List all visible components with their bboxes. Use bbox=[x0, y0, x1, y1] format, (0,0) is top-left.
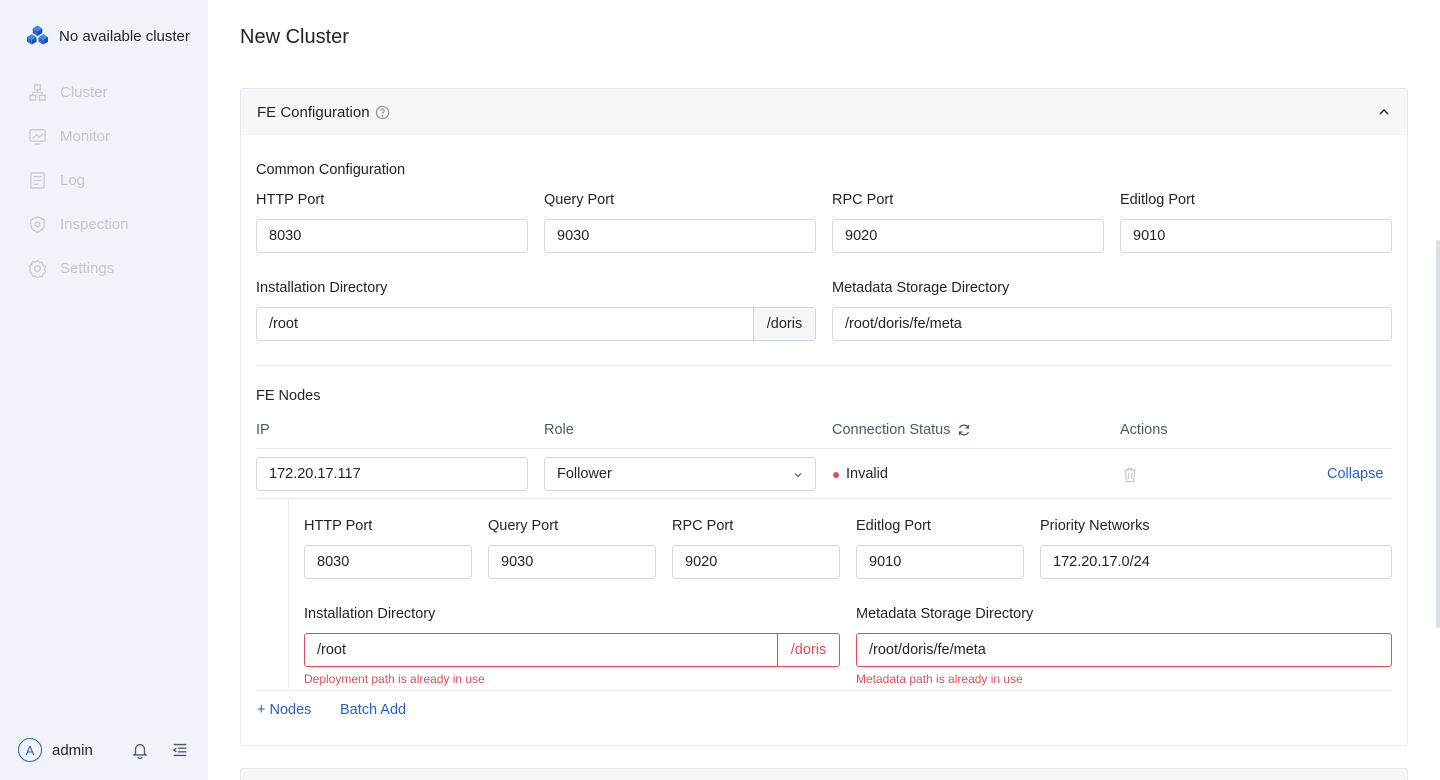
sidebar-footer: A admin bbox=[18, 738, 193, 762]
http-port-label: HTTP Port bbox=[256, 192, 325, 208]
page-title: New Cluster bbox=[240, 26, 349, 48]
cluster-switcher[interactable]: No available cluster bbox=[26, 25, 190, 47]
sidebar-item-log[interactable]: Log bbox=[0, 158, 208, 202]
installation-directory-error: Deployment path is already in use bbox=[304, 672, 485, 686]
fe-configuration-title: FE Configuration bbox=[257, 103, 370, 121]
chevron-down-icon bbox=[794, 473, 802, 478]
metadata-directory-label: Metadata Storage Directory bbox=[832, 280, 1010, 296]
menu-collapse-icon[interactable] bbox=[171, 741, 189, 759]
sidebar-item-monitor[interactable]: Monitor bbox=[0, 114, 208, 158]
node-editlog-port-input[interactable]: 9010 bbox=[856, 545, 1024, 579]
editlog-port-input[interactable]: 9010 bbox=[1120, 219, 1392, 253]
next-section-card bbox=[240, 768, 1408, 780]
trash-icon[interactable] bbox=[1123, 467, 1137, 483]
common-configuration-title: Common Configuration bbox=[256, 162, 406, 178]
refresh-icon[interactable] bbox=[957, 423, 971, 437]
node-metadata-directory-input[interactable]: /root/doris/fe/meta bbox=[856, 633, 1392, 667]
fe-configuration-card: FE Configuration Common Configuration HT… bbox=[240, 88, 1408, 746]
http-port-input[interactable]: 8030 bbox=[256, 219, 528, 253]
node-priority-networks-input[interactable]: 172.20.17.0/24 bbox=[1040, 545, 1392, 579]
installation-directory-input[interactable]: /root bbox=[256, 307, 754, 341]
header-divider bbox=[256, 448, 1392, 449]
query-port-label: Query Port bbox=[544, 192, 615, 208]
rpc-port-input[interactable]: 9020 bbox=[832, 219, 1104, 253]
node-query-port-input[interactable]: 9030 bbox=[488, 545, 656, 579]
node-query-port-label: Query Port bbox=[488, 518, 559, 534]
connection-status-label: Connection Status bbox=[832, 422, 951, 438]
metadata-directory-input[interactable]: /root/doris/fe/meta bbox=[832, 307, 1392, 341]
avatar[interactable]: A bbox=[18, 738, 42, 762]
node-metadata-directory-label: Metadata Storage Directory bbox=[856, 606, 1034, 622]
chevron-up-icon[interactable] bbox=[1377, 105, 1391, 119]
node-role-select[interactable]: Follower bbox=[544, 457, 816, 491]
metadata-directory-error: Metadata path is already in use bbox=[856, 672, 1023, 686]
node-ip-input[interactable]: 172.20.17.117 bbox=[256, 457, 528, 491]
sidebar-item-inspection[interactable]: Inspection bbox=[0, 202, 208, 246]
main-content: New Cluster FE Configuration Common Conf… bbox=[208, 0, 1440, 780]
add-nodes-link[interactable]: + Nodes bbox=[257, 702, 311, 718]
sidebar-item-label: Inspection bbox=[60, 215, 129, 233]
node-rpc-port-label: RPC Port bbox=[672, 518, 734, 534]
doris-logo-icon bbox=[26, 25, 49, 45]
node-role-value: Follower bbox=[557, 466, 612, 482]
node-installation-directory-label: Installation Directory bbox=[304, 606, 436, 622]
column-header-actions: Actions bbox=[1120, 422, 1168, 438]
column-header-connection-status: Connection Status bbox=[832, 422, 971, 438]
fe-configuration-header[interactable]: FE Configuration bbox=[241, 89, 1407, 135]
installation-directory-suffix: /doris bbox=[754, 307, 816, 341]
sidebar-item-label: Cluster bbox=[60, 83, 108, 101]
log-icon bbox=[30, 171, 45, 189]
monitor-icon bbox=[29, 128, 46, 145]
collapse-node-link[interactable]: Collapse bbox=[1327, 466, 1383, 482]
editlog-port-label: Editlog Port bbox=[1120, 192, 1195, 208]
column-header-role: Role bbox=[544, 422, 574, 438]
nodes-bottom-divider bbox=[256, 690, 1392, 691]
gear-icon bbox=[28, 259, 47, 278]
inspection-icon bbox=[30, 215, 45, 233]
node-rpc-port-input[interactable]: 9020 bbox=[672, 545, 840, 579]
bell-icon[interactable] bbox=[131, 741, 149, 759]
sidebar-item-label: Monitor bbox=[60, 127, 111, 145]
scrollbar[interactable] bbox=[1436, 240, 1440, 628]
batch-add-link[interactable]: Batch Add bbox=[340, 702, 406, 718]
status-dot bbox=[833, 472, 839, 478]
sidebar-item-label: Settings bbox=[60, 259, 115, 277]
installation-directory-label: Installation Directory bbox=[256, 280, 388, 296]
node-installation-directory-input[interactable]: /root bbox=[304, 633, 778, 667]
sidebar-nav: Cluster Monitor Log Inspection Settings bbox=[0, 70, 208, 290]
node-http-port-input[interactable]: 8030 bbox=[304, 545, 472, 579]
cluster-icon bbox=[29, 83, 46, 101]
sidebar: No available cluster Cluster Monitor Log… bbox=[0, 0, 208, 780]
node-priority-networks-label: Priority Networks bbox=[1040, 518, 1150, 534]
node-installation-directory-suffix: /doris bbox=[777, 633, 840, 667]
help-icon[interactable] bbox=[375, 105, 390, 120]
connection-status-value: Invalid bbox=[846, 466, 888, 482]
query-port-input[interactable]: 9030 bbox=[544, 219, 816, 253]
node-editlog-port-label: Editlog Port bbox=[856, 518, 931, 534]
section-divider bbox=[256, 365, 1392, 366]
nested-indent-line bbox=[288, 499, 289, 689]
column-header-ip: IP bbox=[256, 422, 270, 438]
row-divider bbox=[256, 498, 1392, 499]
sidebar-item-cluster[interactable]: Cluster bbox=[0, 70, 208, 114]
sidebar-item-settings[interactable]: Settings bbox=[0, 246, 208, 290]
sidebar-item-label: Log bbox=[60, 171, 86, 189]
rpc-port-label: RPC Port bbox=[832, 192, 894, 208]
user-name[interactable]: admin bbox=[52, 742, 93, 759]
node-http-port-label: HTTP Port bbox=[304, 518, 373, 534]
brand-name: No available cluster bbox=[59, 27, 190, 45]
fe-nodes-title: FE Nodes bbox=[256, 388, 321, 404]
